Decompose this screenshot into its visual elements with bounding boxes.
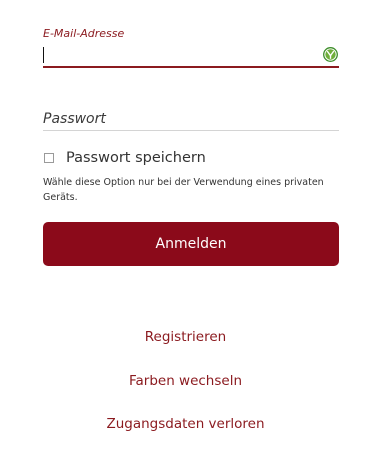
login-button[interactable]: Anmelden <box>43 222 339 266</box>
text-caret <box>43 47 44 63</box>
password-field[interactable] <box>43 107 339 131</box>
email-label: E-Mail-Adresse <box>43 27 125 40</box>
register-link[interactable]: Registrieren <box>0 329 371 345</box>
change-colors-link[interactable]: Farben wechseln <box>0 373 371 389</box>
password-manager-icon[interactable] <box>323 47 338 62</box>
login-panel: E-Mail-Adresse Passwort speichern Wähle … <box>0 0 371 462</box>
remember-password-label[interactable]: Passwort speichern <box>66 150 206 166</box>
remember-password-hint: Wähle diese Option nur bei der Verwendun… <box>43 177 324 203</box>
email-input[interactable] <box>43 46 313 64</box>
lost-credentials-link[interactable]: Zugangsdaten verloren <box>0 416 371 432</box>
remember-password-row[interactable]: Passwort speichern <box>43 150 206 166</box>
remember-password-checkbox[interactable] <box>44 153 54 163</box>
password-input[interactable] <box>43 109 333 129</box>
email-field[interactable] <box>43 44 339 68</box>
